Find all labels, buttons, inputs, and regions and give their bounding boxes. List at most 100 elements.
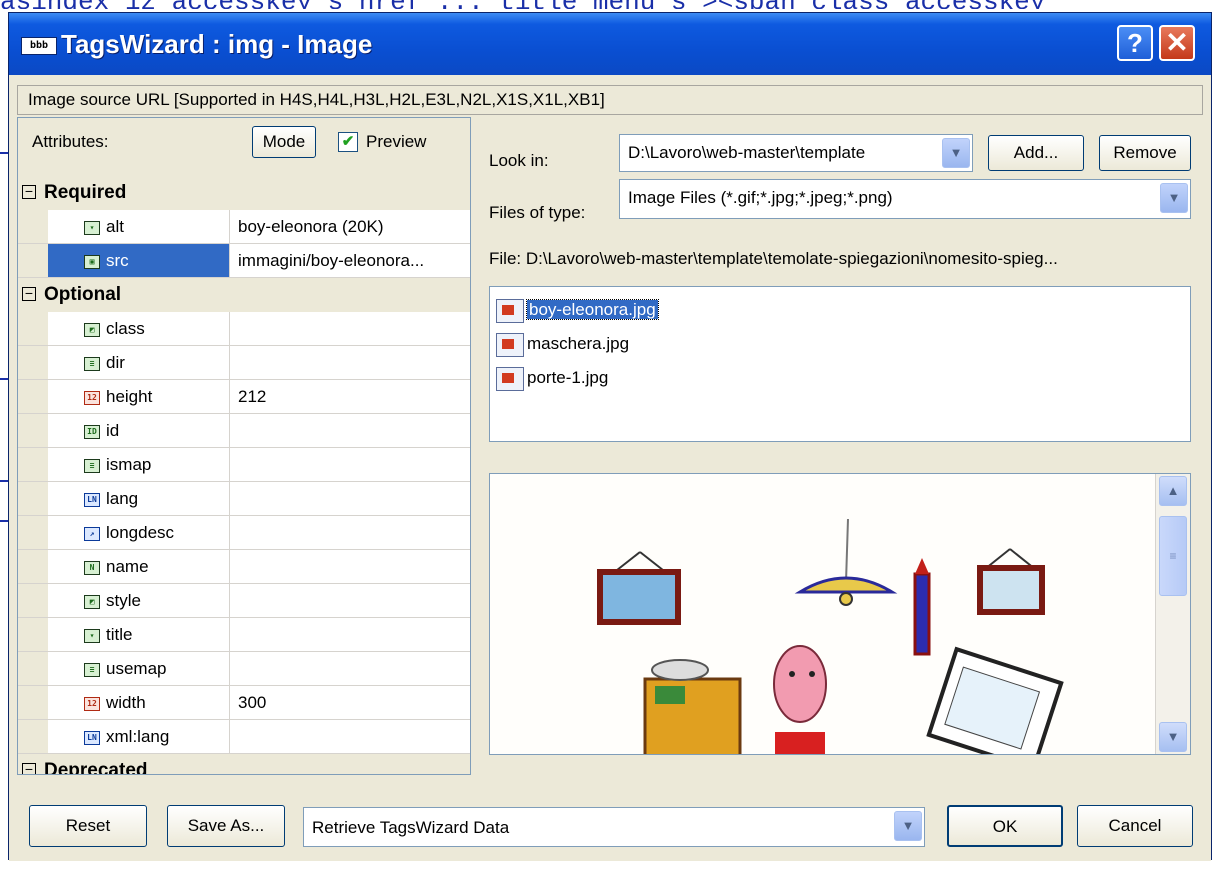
preview-checkbox[interactable]: ✔ <box>338 132 358 152</box>
background-code-fragment <box>0 152 8 154</box>
attribute-name-cell[interactable]: ≡ dir <box>48 346 230 379</box>
attribute-name-cell[interactable]: ▾ title <box>48 618 230 651</box>
attribute-row-usemap[interactable]: ≡ usemap <box>18 652 470 686</box>
preview-scrollbar[interactable]: ▲ ≡ ▼ <box>1155 474 1190 754</box>
attribute-value[interactable]: 212 <box>230 380 470 413</box>
attribute-name-cell[interactable]: ▾ alt <box>48 210 230 243</box>
attribute-value[interactable] <box>230 584 470 617</box>
attribute-value[interactable] <box>230 516 470 549</box>
scroll-up-icon[interactable]: ▲ <box>1159 476 1187 506</box>
data-source-combo[interactable]: Retrieve TagsWizard Data ▼ <box>303 807 925 847</box>
attribute-row-title[interactable]: ▾ title <box>18 618 470 652</box>
window-title: TagsWizard : img - Image <box>61 29 373 59</box>
attribute-row-width[interactable]: 12 width 300 <box>18 686 470 720</box>
attribute-row-longdesc[interactable]: ↗ longdesc <box>18 516 470 550</box>
files-of-type-combo[interactable]: Image Files (*.gif;*.jpg;*.jpeg;*.png) ▼ <box>619 179 1191 219</box>
attribute-row-dir[interactable]: ≡ dir <box>18 346 470 380</box>
category-optional[interactable]: − Optional <box>18 278 470 312</box>
attribute-value[interactable] <box>230 652 470 685</box>
scroll-down-icon[interactable]: ▼ <box>1159 722 1187 752</box>
attribute-name-cell[interactable]: ◩ class <box>48 312 230 345</box>
attribute-row-id[interactable]: ID id <box>18 414 470 448</box>
attribute-row-style[interactable]: ◩ style <box>18 584 470 618</box>
close-button[interactable]: ✕ <box>1159 25 1195 61</box>
attribute-value[interactable]: boy-eleonora (20K) <box>230 210 470 243</box>
chevron-down-icon[interactable]: ▼ <box>942 138 970 168</box>
attribute-name: ismap <box>106 455 152 474</box>
file-item[interactable]: boy-eleonora.jpg <box>496 297 659 323</box>
chevron-down-icon[interactable]: ▼ <box>894 811 922 841</box>
image-file-icon <box>496 298 524 323</box>
attribute-name: lang <box>106 489 139 508</box>
cancel-button[interactable]: Cancel <box>1077 805 1193 847</box>
background-code-fragment <box>0 480 8 482</box>
attribute-row-height[interactable]: 12 height 212 <box>18 380 470 414</box>
reset-button[interactable]: Reset <box>29 805 147 847</box>
add-button[interactable]: Add... <box>988 135 1084 171</box>
lang-icon: LN <box>84 730 100 745</box>
attribute-row-ismap[interactable]: ≡ ismap <box>18 448 470 482</box>
file-item[interactable]: porte-1.jpg <box>496 365 608 391</box>
attribute-row-class[interactable]: ◩ class <box>18 312 470 346</box>
category-deprecated[interactable]: − Deprecated <box>18 754 470 774</box>
background-code-fragment <box>0 378 8 380</box>
attribute-value[interactable]: 300 <box>230 686 470 719</box>
attribute-name-cell[interactable]: LN xml:lang <box>48 720 230 753</box>
attribute-name: longdesc <box>106 523 175 542</box>
collapse-icon[interactable]: − <box>22 286 36 301</box>
attribute-value[interactable] <box>230 414 470 447</box>
attribute-name-cell[interactable]: ≡ ismap <box>48 448 230 481</box>
row-gutter <box>18 482 48 515</box>
attribute-name-cell[interactable]: LN lang <box>48 482 230 515</box>
attribute-name-cell[interactable]: 12 height <box>48 380 230 413</box>
lookin-combo[interactable]: D:\Lavoro\web-master\template ▼ <box>619 134 973 172</box>
mode-button[interactable]: Mode <box>252 126 316 158</box>
scroll-thumb[interactable]: ≡ <box>1159 516 1187 596</box>
attribute-row-src[interactable]: ▣ src immagini/boy-eleonora... <box>18 244 470 278</box>
attribute-row-lang[interactable]: LN lang <box>18 482 470 516</box>
image-file-icon <box>496 332 524 357</box>
attribute-name-cell[interactable]: ◩ style <box>48 584 230 617</box>
attribute-value[interactable] <box>230 482 470 515</box>
attribute-value[interactable]: immagini/boy-eleonora... <box>230 244 470 277</box>
attribute-name: usemap <box>106 659 167 678</box>
row-gutter <box>18 448 48 481</box>
attribute-row-name[interactable]: Nname <box>18 550 470 584</box>
attribute-value[interactable] <box>230 720 470 753</box>
ok-button[interactable]: OK <box>947 805 1063 847</box>
remove-button[interactable]: Remove <box>1099 135 1191 171</box>
attribute-name: id <box>106 421 120 440</box>
attribute-name-cell[interactable]: ≡ usemap <box>48 652 230 685</box>
data-source-value: Retrieve TagsWizard Data <box>312 818 510 837</box>
lookin-value: D:\Lavoro\web-master\template <box>628 143 866 162</box>
collapse-icon[interactable]: − <box>22 762 36 774</box>
attribute-row-alt[interactable]: ▾ alt boy-eleonora (20K) <box>18 210 470 244</box>
attribute-name-cell[interactable]: Nname <box>48 550 230 583</box>
file-list[interactable]: boy-eleonora.jpg maschera.jpg porte-1.jpg <box>489 286 1191 442</box>
files-of-type-value: Image Files (*.gif;*.jpg;*.jpeg;*.png) <box>628 188 893 207</box>
row-gutter <box>18 210 48 243</box>
row-gutter <box>18 244 48 277</box>
attribute-name: alt <box>106 217 124 236</box>
title-bar[interactable]: bbb TagsWizard : img - Image ? ✕ <box>9 13 1211 75</box>
collapse-icon[interactable]: − <box>22 184 36 199</box>
attribute-value[interactable] <box>230 550 470 583</box>
file-item[interactable]: maschera.jpg <box>496 331 629 357</box>
attribute-name-cell[interactable]: 12 width <box>48 686 230 719</box>
chevron-down-icon[interactable]: ▼ <box>1160 183 1188 213</box>
text-icon: ▾ <box>84 220 100 235</box>
help-button[interactable]: ? <box>1117 25 1153 61</box>
category-required[interactable]: − Required <box>18 176 470 210</box>
attribute-row-xml-lang[interactable]: LN xml:lang <box>18 720 470 754</box>
save-as-button[interactable]: Save As... <box>167 805 285 847</box>
attribute-value[interactable] <box>230 312 470 345</box>
attribute-name-cell[interactable]: ▣ src <box>48 244 230 277</box>
attribute-value[interactable] <box>230 448 470 481</box>
row-gutter <box>18 550 48 583</box>
attribute-value[interactable] <box>230 346 470 379</box>
attribute-value[interactable] <box>230 618 470 651</box>
lang-icon: LN <box>84 492 100 507</box>
attribute-panel: Attributes: Mode ✔ Preview − Required ▾ alt… <box>17 117 471 775</box>
attribute-name-cell[interactable]: ID id <box>48 414 230 447</box>
attribute-name-cell[interactable]: ↗ longdesc <box>48 516 230 549</box>
